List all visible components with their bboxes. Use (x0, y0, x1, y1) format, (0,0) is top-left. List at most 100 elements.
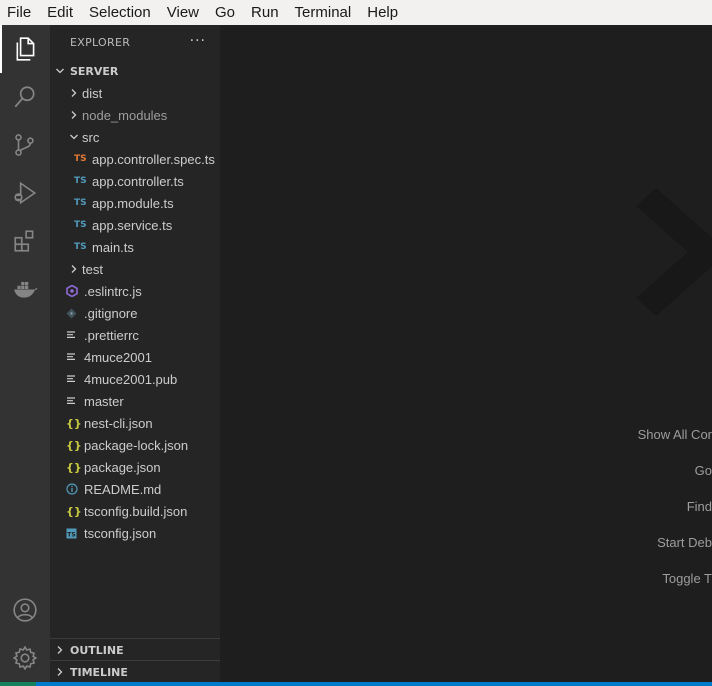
json-icon: {} (66, 460, 82, 474)
eslint-icon (66, 285, 84, 297)
tree-item-4muce2001-pub[interactable]: 4muce2001.pub (50, 368, 220, 390)
explorer-sidebar: EXPLORER ··· SERVER dist node_modules sr… (50, 25, 220, 682)
menu-terminal[interactable]: Terminal (287, 0, 360, 25)
menu-bar: File Edit Selection View Go Run Terminal… (0, 0, 712, 25)
tree-item-label: package.json (84, 459, 161, 475)
chevron-right-icon (66, 264, 82, 274)
tree-item-label: src (82, 129, 100, 145)
vscode-watermark-logo (636, 188, 712, 316)
tree-item-eslintrc[interactable]: .eslintrc.js (50, 280, 220, 302)
tree-item-label: tsconfig.json (84, 525, 157, 541)
tree-item-gitignore[interactable]: .gitignore (50, 302, 220, 324)
chevron-right-icon (50, 645, 70, 655)
menu-selection[interactable]: Selection (81, 0, 159, 25)
extensions-icon[interactable] (0, 217, 50, 265)
tree-item-label: test (82, 261, 103, 277)
chevron-down-icon (50, 66, 70, 76)
run-debug-icon[interactable] (0, 169, 50, 217)
section-timeline-label: TIMELINE (70, 665, 128, 679)
typescript-icon: TS (74, 220, 87, 230)
tree-item-label: README.md (84, 481, 162, 497)
tree-item-label: app.service.ts (92, 217, 173, 233)
tree-item-label: node_modules (82, 107, 168, 123)
tree-item-label: app.controller.spec.ts (92, 151, 215, 167)
tree-item-tsconfig-json[interactable]: TS tsconfig.json (50, 522, 220, 544)
source-control-icon[interactable] (0, 121, 50, 169)
text-file-icon (66, 352, 84, 362)
menu-go[interactable]: Go (207, 0, 243, 25)
remote-indicator[interactable] (0, 682, 36, 686)
menu-view[interactable]: View (159, 0, 207, 25)
tree-item-node-modules[interactable]: node_modules (50, 104, 220, 126)
hint-show-all-commands: Show All Cor (637, 427, 712, 442)
chevron-down-icon (66, 132, 82, 142)
tree-item-4muce2001[interactable]: 4muce2001 (50, 346, 220, 368)
status-bar (0, 682, 712, 686)
tree-item-label: .prettierrc (84, 327, 139, 343)
tree-item-label: .eslintrc.js (84, 283, 142, 299)
tree-item-label: main.ts (92, 239, 134, 255)
tree-item-label: app.controller.ts (92, 173, 184, 189)
search-icon[interactable] (0, 73, 50, 121)
tree-item-label: 4muce2001 (84, 349, 152, 365)
typescript-icon: TS (74, 154, 87, 164)
chevron-right-icon (66, 110, 82, 120)
tree-item-src[interactable]: src (50, 126, 220, 148)
chevron-right-icon (50, 667, 70, 677)
tree-item-label: dist (82, 85, 103, 101)
tree-item-label: package-lock.json (84, 437, 189, 453)
tree-item-package-lock-json[interactable]: {} package-lock.json (50, 434, 220, 456)
editor-area: Show All Cor Go Find Start Deb Toggle T (220, 25, 712, 682)
section-outline-label: OUTLINE (70, 643, 124, 657)
section-timeline[interactable]: TIMELINE (50, 661, 220, 682)
section-server[interactable]: SERVER (50, 60, 220, 82)
tree-item-test[interactable]: test (50, 258, 220, 280)
typescript-icon: TS (74, 198, 87, 208)
svg-text:TS: TS (67, 531, 75, 538)
tree-item-dist[interactable]: dist (50, 82, 220, 104)
tree-item-label: .gitignore (84, 305, 138, 321)
menu-help[interactable]: Help (359, 0, 406, 25)
chevron-right-icon (66, 88, 82, 98)
menu-run[interactable]: Run (243, 0, 287, 25)
settings-gear-icon[interactable] (0, 634, 50, 682)
menu-file[interactable]: File (0, 0, 39, 25)
tree-item-prettierrc[interactable]: .prettierrc (50, 324, 220, 346)
tree-item-app-service[interactable]: TS app.service.ts (50, 214, 220, 236)
section-outline[interactable]: OUTLINE (50, 639, 220, 661)
hint-go-to-file: Go (694, 463, 712, 478)
tree-item-app-controller[interactable]: TS app.controller.ts (50, 170, 220, 192)
explorer-icon[interactable] (0, 25, 50, 73)
typescript-icon: TS (74, 242, 87, 252)
explorer-title: EXPLORER (70, 36, 131, 49)
json-icon: {} (66, 438, 82, 452)
tree-item-readme[interactable]: README.md (50, 478, 220, 500)
tsconfig-icon: TS (66, 528, 84, 539)
hint-toggle-terminal: Toggle T (662, 571, 712, 586)
hint-find-in-files: Find (686, 499, 712, 514)
json-icon: {} (66, 416, 82, 430)
tree-item-app-module[interactable]: TS app.module.ts (50, 192, 220, 214)
json-icon: {} (66, 504, 82, 518)
tree-item-label: 4muce2001.pub (84, 371, 178, 387)
accounts-icon[interactable] (0, 586, 50, 634)
activity-bar (0, 25, 50, 682)
text-file-icon (66, 330, 84, 340)
tree-item-nest-cli-json[interactable]: {} nest-cli.json (50, 412, 220, 434)
info-icon (66, 483, 84, 495)
text-file-icon (66, 374, 84, 384)
hint-start-debugging: Start Deb (657, 535, 712, 550)
docker-icon[interactable] (0, 265, 50, 313)
tree-item-master[interactable]: master (50, 390, 220, 412)
git-icon (66, 308, 84, 319)
text-file-icon (66, 396, 84, 406)
tree-item-main[interactable]: TS main.ts (50, 236, 220, 258)
tree-item-tsconfig-build-json[interactable]: {} tsconfig.build.json (50, 500, 220, 522)
menu-edit[interactable]: Edit (39, 0, 81, 25)
more-actions-icon[interactable]: ··· (190, 33, 206, 49)
tree-item-label: master (84, 393, 124, 409)
tree-item-package-json[interactable]: {} package.json (50, 456, 220, 478)
tree-item-app-controller-spec[interactable]: TS app.controller.spec.ts (50, 148, 220, 170)
section-server-label: SERVER (70, 64, 119, 78)
tree-item-label: app.module.ts (92, 195, 174, 211)
